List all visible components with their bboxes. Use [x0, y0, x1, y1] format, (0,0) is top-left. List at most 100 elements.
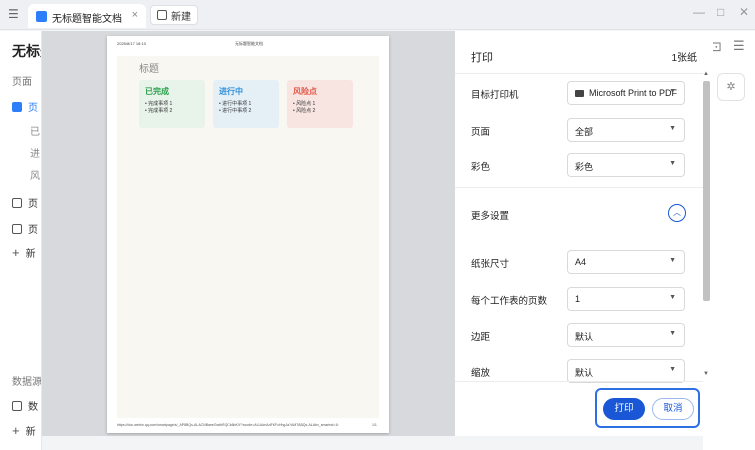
divider: [455, 73, 703, 74]
pages-value: 全部: [575, 127, 594, 137]
card-in-progress: 进行中 • 进行中事项 1 • 进行中事项 2: [213, 80, 279, 128]
chevron-down-icon: ▼: [669, 294, 676, 301]
printer-value: Microsoft Print to PDF: [575, 88, 677, 98]
print-button[interactable]: 打印: [603, 398, 645, 420]
plus-icon: +: [12, 423, 20, 438]
sheet-count: 1张纸: [671, 53, 697, 64]
sidebar-item-label: 新: [25, 249, 36, 260]
scale-select[interactable]: 默认 ▼: [567, 359, 685, 383]
sidebar-item-label: 风: [30, 171, 40, 182]
cancel-button[interactable]: 取消: [652, 398, 694, 420]
card-title: 风险点: [293, 87, 317, 96]
print-header: 打印: [471, 52, 493, 64]
card-item: • 进行中事项 1: [219, 101, 252, 107]
scroll-up-icon[interactable]: ▲: [703, 71, 709, 77]
pages-select[interactable]: 全部 ▼: [567, 118, 685, 142]
margin-label: 边距: [471, 332, 491, 343]
scale-label: 缩放: [471, 368, 491, 379]
new-tab-button[interactable]: 新建: [150, 5, 198, 25]
page-icon: [12, 223, 22, 234]
card-title: 进行中: [219, 87, 243, 96]
card-item: • 完成事项 1: [145, 101, 173, 107]
print-settings-panel: 打印 1张纸 目标打印机 Microsoft Print to PDF ▼ 页面…: [455, 31, 713, 436]
chevron-down-icon: ▼: [669, 257, 676, 264]
sidebar-subitem-1[interactable]: 已: [30, 123, 40, 138]
sidebar-item-label: 页: [28, 225, 38, 236]
doc-logo-icon: [36, 11, 47, 22]
color-select[interactable]: 彩色 ▼: [567, 153, 685, 177]
printer-select[interactable]: Microsoft Print to PDF ▼: [567, 81, 685, 105]
page-icon: [12, 197, 22, 208]
sidebar-new-datasource[interactable]: + 新: [12, 423, 36, 438]
edit-icon: [157, 10, 167, 20]
collapse-icon[interactable]: ︿: [668, 204, 686, 222]
preview-page: 2025/8/17 18:10 无标题智能文档 标题 已完成 • 完成事项 1 …: [107, 36, 389, 433]
sidebar-item-label: 页: [28, 103, 38, 114]
tab-bar: ☰ 无标题智能文档 × 新建 — □ ✕: [0, 0, 755, 30]
pages-per-sheet-value: 1: [575, 294, 581, 304]
printer-label: 目标打印机: [471, 90, 519, 101]
datasource-section-label: 数据源: [12, 377, 42, 388]
sidebar-new-page[interactable]: + 新: [12, 245, 36, 260]
datasource-icon: [12, 400, 22, 411]
sidebar-item-label: 新: [25, 427, 36, 438]
sidebar-subitem-3[interactable]: 风: [30, 167, 40, 182]
margin-value: 默认: [575, 332, 594, 342]
card-item: • 完成事项 2: [145, 108, 173, 114]
sidebar-subitem-2[interactable]: 进: [30, 145, 40, 160]
divider: [455, 187, 703, 188]
chevron-down-icon: ▼: [669, 330, 676, 337]
close-window-icon[interactable]: ✕: [739, 5, 749, 19]
doc-sidebar: 无标是 页面 页 已 进 风 页 页 + 新 数据源 数 + 新: [0, 31, 42, 450]
doc-title: 无标是: [12, 43, 41, 59]
settings-scrollbar[interactable]: ▲ ▼: [701, 71, 713, 381]
menu-icon[interactable]: ☰: [733, 38, 745, 54]
preview-doc-title: 标题: [139, 64, 159, 75]
card-item: • 风险点 2: [293, 108, 316, 114]
card-item: • 进行中事项 2: [219, 108, 252, 114]
preview-footer-url: https://doc.weixin.qq.com/smartpage/s/_A…: [117, 423, 339, 427]
pages-per-sheet-label: 每个工作表的页数: [471, 296, 548, 307]
card-title: 已完成: [145, 87, 169, 96]
tab-title: 无标题智能文档: [52, 14, 122, 25]
plus-icon: +: [12, 245, 20, 260]
printer-icon: [575, 90, 584, 97]
paper-size-value: A4: [575, 257, 587, 267]
color-value: 彩色: [575, 162, 594, 172]
new-tab-label: 新建: [171, 11, 191, 23]
card-done: 已完成 • 完成事项 1 • 完成事项 2: [139, 80, 205, 128]
divider: [455, 381, 703, 382]
tab-close-icon[interactable]: ×: [132, 9, 138, 21]
sidebar-item-page-3[interactable]: 页: [12, 221, 38, 236]
sidebar-item-page[interactable]: 页: [12, 99, 38, 114]
sidebar-item-page-2[interactable]: 页: [12, 195, 38, 210]
scroll-thumb[interactable]: [703, 81, 710, 301]
sidebar-item-datasource[interactable]: 数: [12, 398, 38, 413]
chevron-down-icon: ▼: [669, 125, 676, 132]
paper-size-label: 纸张尺寸: [471, 259, 510, 270]
maximize-icon[interactable]: □: [717, 5, 724, 19]
sidebar-item-label: 数: [28, 402, 38, 413]
preview-header-date: 2025/8/17 18:10: [117, 41, 146, 46]
card-risk: 风险点 • 风险点 1 • 风险点 2: [287, 80, 353, 128]
tab-document[interactable]: 无标题智能文档 ×: [28, 4, 146, 28]
minimize-icon[interactable]: —: [693, 5, 705, 19]
page-icon: [12, 101, 22, 112]
preview-header-title: 无标题智能文档: [235, 41, 263, 46]
action-buttons-group: 打印 取消: [595, 388, 700, 428]
color-label: 彩色: [471, 162, 491, 173]
ai-assistant-button[interactable]: ✲: [717, 73, 745, 101]
card-item: • 风险点 1: [293, 101, 316, 107]
sidebar-item-label: 已: [30, 127, 40, 138]
pages-label: 页面: [471, 127, 491, 138]
chevron-down-icon: ▼: [669, 160, 676, 167]
paper-size-select[interactable]: A4 ▼: [567, 250, 685, 274]
sidebar-item-label: 进: [30, 149, 40, 160]
pages-per-sheet-select[interactable]: 1 ▼: [567, 287, 685, 311]
sidebar-toggle-icon[interactable]: ☰: [8, 7, 19, 21]
scroll-down-icon[interactable]: ▼: [703, 371, 709, 377]
chevron-down-icon: ▼: [669, 88, 676, 95]
pages-section-label: 页面: [12, 77, 32, 88]
margin-select[interactable]: 默认 ▼: [567, 323, 685, 347]
print-preview-area: 2025/8/17 18:10 无标题智能文档 标题 已完成 • 完成事项 1 …: [42, 31, 455, 436]
